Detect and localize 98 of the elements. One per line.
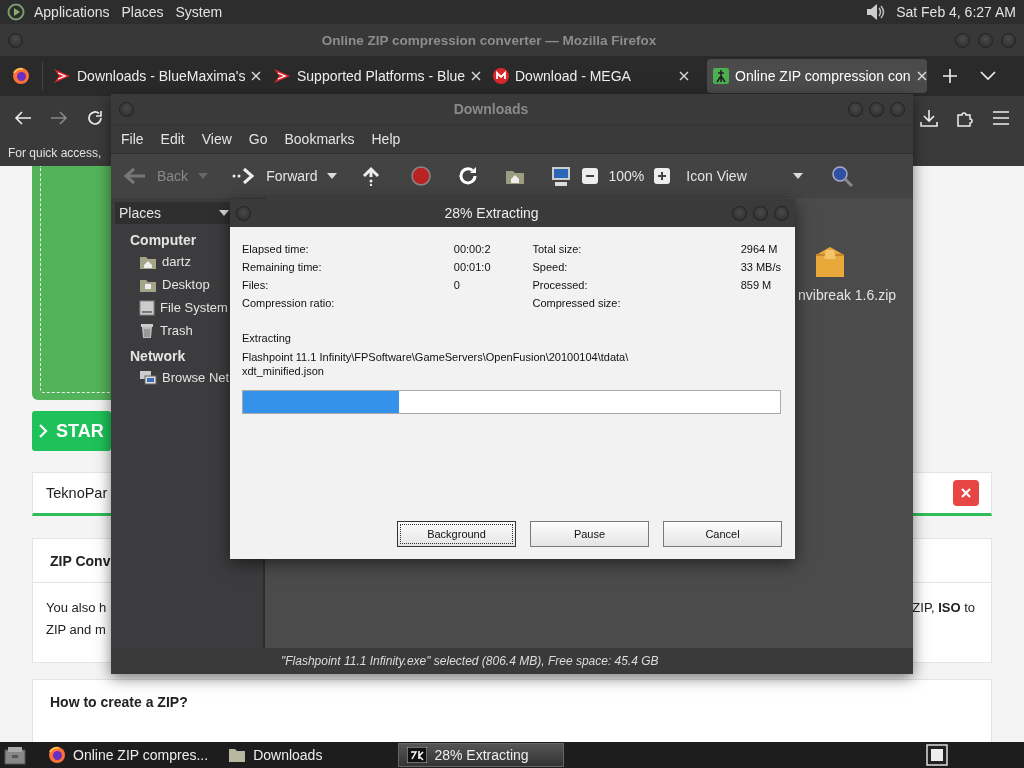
taskbar-item[interactable]: Online ZIP compres...	[40, 743, 217, 767]
bookmarks-hint: For quick access,	[8, 146, 102, 160]
stat-label: Processed:	[532, 279, 589, 291]
file-path: xdt_minified.json	[242, 364, 325, 378]
puzzle-icon[interactable]	[956, 109, 974, 127]
network-icon	[139, 369, 157, 386]
close-icon[interactable]	[251, 71, 262, 81]
show-desktop-icon[interactable]	[926, 744, 948, 766]
dialog-title: 28% Extracting	[443, 205, 540, 221]
chevron-down-icon[interactable]	[980, 71, 996, 81]
window-title: Downloads	[452, 101, 530, 117]
sidebar-item[interactable]: Desktop	[139, 275, 210, 294]
stat-value: 00:00:2	[453, 243, 491, 255]
browser-menu-icon[interactable]	[12, 67, 30, 85]
close-button[interactable]	[953, 480, 979, 506]
sidebar-heading: Computer	[130, 232, 197, 248]
stat-value: 00:01:0	[453, 261, 491, 273]
file-name[interactable]: nvibreak 1.6.zip	[798, 287, 897, 303]
close-icon[interactable]	[471, 71, 482, 81]
menu-item[interactable]: Edit	[154, 131, 191, 147]
sidebar-item[interactable]: File System	[139, 298, 228, 317]
browser-tab[interactable]: Download - MEGA	[487, 59, 699, 93]
menu-item[interactable]: Places	[115, 4, 170, 20]
browser-tab[interactable]: Online ZIP compression con	[707, 59, 927, 93]
taskbar-item[interactable]: 28% Extracting	[398, 743, 565, 767]
chevron-right-icon	[38, 423, 48, 439]
zoom-level: 100%	[608, 168, 645, 184]
download-icon[interactable]	[920, 109, 938, 127]
caret-icon[interactable]	[792, 173, 803, 179]
forward-arrow-icon[interactable]	[232, 166, 257, 186]
sidebar-item[interactable]: Browse Net	[139, 368, 230, 387]
trash-icon	[139, 322, 155, 339]
sidebar-heading: Network	[130, 348, 186, 364]
arrow-logo-icon	[53, 68, 71, 84]
card-title: How to create a ZIP?	[50, 693, 188, 710]
archiver-icon	[407, 747, 428, 763]
mega-logo-icon	[493, 68, 509, 84]
menu-item[interactable]: Applications	[28, 4, 116, 20]
menu-item[interactable]: Help	[365, 131, 407, 147]
stat-label: Remaining time:	[242, 261, 323, 273]
stat-value: 859 M	[740, 279, 773, 291]
forward-button[interactable]: Forward	[266, 168, 318, 184]
card-title: ZIP Conv	[50, 552, 111, 569]
card-text: ZIP and m	[46, 621, 107, 639]
dialog-button[interactable]: Cancel	[663, 521, 782, 547]
drawer-icon[interactable]	[4, 745, 26, 765]
card-text: ZIP, ISO to	[912, 600, 975, 615]
dialog-button[interactable]: Pause	[530, 521, 649, 547]
stat-value: 2964 M	[740, 243, 779, 255]
menu-item[interactable]: View	[195, 131, 238, 147]
stat-label: Elapsed time:	[242, 243, 310, 255]
close-icon[interactable]	[679, 71, 689, 81]
search-icon[interactable]	[830, 165, 853, 187]
plus-icon[interactable]	[942, 68, 958, 84]
card-text: You also h	[46, 599, 107, 617]
stat-value: 0	[453, 279, 461, 291]
drive-icon	[139, 299, 155, 316]
menu-item[interactable]: Bookmarks	[278, 131, 361, 147]
site-logo-icon	[713, 68, 729, 84]
computer-icon[interactable]	[550, 165, 573, 187]
up-arrow-icon[interactable]	[361, 166, 382, 186]
folder-icon	[228, 747, 247, 763]
stat-label: Compressed size:	[532, 297, 622, 309]
operation-label: Extracting	[242, 332, 291, 344]
caret-icon[interactable]	[219, 210, 229, 216]
firefox-icon[interactable]	[48, 746, 66, 764]
close-icon	[961, 488, 971, 498]
close-icon[interactable]	[916, 71, 927, 81]
dropdown-arrow-icon[interactable]	[327, 173, 338, 179]
places-dropdown[interactable]: Places	[115, 202, 233, 224]
taskbar-item[interactable]: Downloads	[220, 743, 331, 767]
browser-tab[interactable]: Downloads - BlueMaxima's	[47, 59, 259, 93]
notice-text: TeknoPar	[46, 485, 108, 501]
arrow-logo-icon	[273, 68, 291, 84]
dialog-button[interactable]: Background	[397, 521, 516, 547]
stat-label: Files:	[242, 279, 270, 291]
window-title: Online ZIP compression converter — Mozilla Firefox	[320, 32, 658, 48]
clock[interactable]: Sat Feb 4, 6:27 AM	[896, 4, 1016, 20]
menu-item[interactable]: Go	[242, 131, 274, 147]
menu-item[interactable]: File	[115, 131, 150, 147]
menu-item[interactable]: System	[169, 4, 229, 20]
stat-label: Speed:	[532, 261, 569, 273]
logo-icon[interactable]	[7, 3, 25, 21]
stat-value: 33 MB/s	[740, 261, 781, 273]
stat-label: Compression ratio:	[242, 297, 336, 309]
sidebar-item[interactable]: Trash	[139, 321, 193, 340]
status-text: "Flashpoint 11.1 Infinity.exe" selected (806.4 MB), Free space: 45.4 GB	[281, 654, 659, 668]
reload-icon[interactable]	[86, 109, 104, 127]
stop-icon[interactable]	[411, 166, 432, 186]
view-mode-dropdown[interactable]: Icon View	[686, 168, 803, 184]
zoom-out-icon[interactable]	[582, 168, 599, 184]
browser-tab[interactable]: Supported Platforms - Blue	[267, 59, 479, 93]
speaker-icon[interactable]	[864, 1, 887, 23]
menu-icon[interactable]	[992, 111, 1010, 125]
stat-label: Total size:	[532, 243, 583, 255]
zoom-in-icon[interactable]	[654, 168, 671, 184]
file-path: Flashpoint 11.1 Infinity\FPSoftware\GameServers\OpenFusion\20100104\tdata\	[242, 350, 630, 364]
sidebar-item[interactable]: dartz	[139, 252, 191, 271]
